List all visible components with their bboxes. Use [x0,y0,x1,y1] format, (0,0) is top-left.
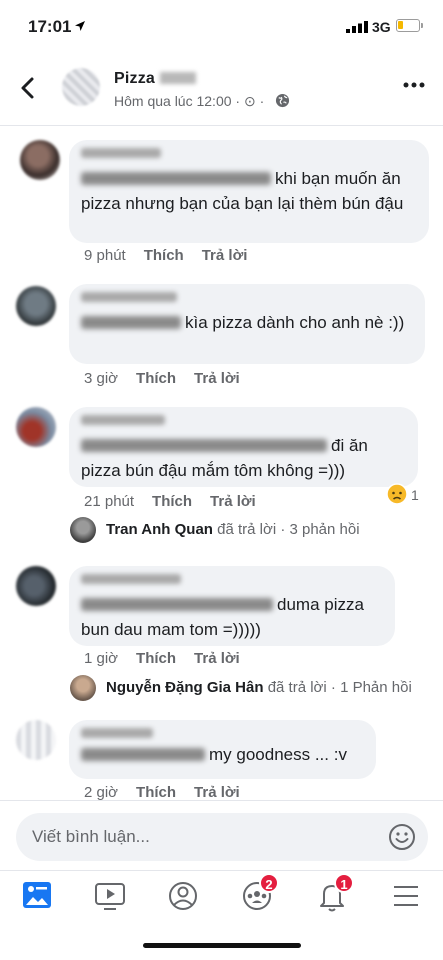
comment-time: 1 giờ [84,650,119,667]
location-arrow-icon [75,21,85,31]
comment-actions: 9 phút Thích Trả lời [84,247,265,264]
comment-time: 21 phút [84,493,135,510]
tagged-name-redacted [81,439,327,452]
commenter-name-redacted [81,148,161,158]
profile-icon[interactable] [163,879,203,913]
comment-time: 9 phút [84,247,126,264]
reply-action: đã trả lời [267,679,327,696]
comment-text: my goodness ... :v [81,742,364,767]
commenter-avatar[interactable] [16,720,56,760]
reply-button[interactable]: Trả lời [194,784,240,801]
battery-tip [421,23,423,28]
reply-author-name: Tran Anh Quan [106,521,213,538]
reply-action: đã trả lời [217,521,277,538]
sad-reaction-icon[interactable] [386,483,408,505]
reply-button[interactable]: Trả lời [202,247,248,264]
comment-bubble: duma pizza bun dau mam tom =))))) [69,566,395,646]
tagged-name-redacted [81,598,273,611]
commenter-name-redacted [81,292,177,302]
reply-button[interactable]: Trả lời [210,493,256,510]
battery-icon [396,19,420,32]
reply-author-avatar[interactable] [70,675,96,701]
signal-icon [346,21,368,33]
comment-bubble: khi bạn muốn ăn pizza nhưng bạn của bạn … [69,140,429,243]
more-options-icon[interactable] [403,80,425,90]
post-timestamp: Hôm qua lúc 12:00 · ⊙ · [114,93,265,109]
reply-button[interactable]: Trả lời [194,650,240,667]
comment-text: duma pizza bun dau mam tom =))))) [81,595,364,639]
watch-icon[interactable] [90,879,130,913]
tagged-name-redacted [81,748,205,761]
commenter-name-redacted [81,728,153,738]
tagged-name-redacted [81,316,181,329]
groups-tab[interactable]: 2 [237,873,279,913]
status-time: 17:01 [28,17,72,36]
like-button[interactable]: Thích [136,650,176,667]
comment-actions: 1 giờ Thích Trả lời [84,650,258,667]
like-button[interactable]: Thích [152,493,192,510]
comment-text: kìa pizza dành cho anh nè :)) [81,310,413,335]
comment-text: khi bạn muốn ăn pizza nhưng bạn của bạn … [81,169,404,213]
reply-author-name: Nguyễn Đặng Gia Hân [106,679,264,696]
comment-actions: 21 phút Thích Trả lời [84,493,274,510]
emoji-icon[interactable] [388,823,416,851]
comment-actions: 3 giờ Thích Trả lời [84,370,258,387]
news-feed-icon[interactable] [17,879,57,913]
groups-badge: 2 [259,873,279,893]
like-button[interactable]: Thích [136,784,176,801]
back-icon[interactable] [14,74,42,102]
comment-composer [0,800,443,870]
like-button[interactable]: Thích [144,247,184,264]
notifications-badge: 1 [334,873,354,893]
like-button[interactable]: Thích [136,370,176,387]
comment-bubble: kìa pizza dành cho anh nè :)) [69,284,425,364]
comment-bubble: my goodness ... :v [69,720,376,779]
comment-input[interactable] [16,813,428,861]
post-header: Pizza Hôm qua lúc 12:00 · ⊙ · [0,56,443,126]
reply-count: · 1 Phản hồi [330,679,412,696]
commenter-avatar[interactable] [16,566,56,606]
comment-actions: 2 giờ Thích Trả lời [84,784,258,801]
comment-text: đi ăn pizza bún đậu mắm tôm không =))) [81,436,368,480]
menu-icon[interactable] [386,879,426,913]
reaction-count: 1 [411,487,419,503]
commenter-name-redacted [81,574,181,584]
view-replies-link[interactable]: Nguyễn Đặng Gia Hân đã trả lời · 1 Phản … [106,679,412,696]
commenter-avatar[interactable] [20,140,60,180]
status-bar: 17:01 3G [0,0,443,56]
comment-time: 2 giờ [84,784,119,801]
network-type: 3G [372,19,391,35]
commenter-name-redacted [81,415,165,425]
page-avatar[interactable] [62,68,100,106]
tagged-name-redacted [81,172,271,185]
title-redacted [160,72,196,84]
reply-author-avatar[interactable] [70,517,96,543]
commenter-avatar[interactable] [16,286,56,326]
reply-button[interactable]: Trả lời [194,370,240,387]
notifications-tab[interactable]: 1 [312,873,354,913]
comment-time: 3 giờ [84,370,119,387]
comment-bubble: đi ăn pizza bún đậu mắm tôm không =))) [69,407,418,487]
home-indicator [143,943,301,948]
commenter-avatar[interactable] [16,407,56,447]
globe-icon [275,93,290,108]
view-replies-link[interactable]: Tran Anh Quan đã trả lời · 3 phản hồi [106,521,360,538]
reply-count: · 3 phản hồi [280,521,360,538]
post-title[interactable]: Pizza [114,70,155,88]
